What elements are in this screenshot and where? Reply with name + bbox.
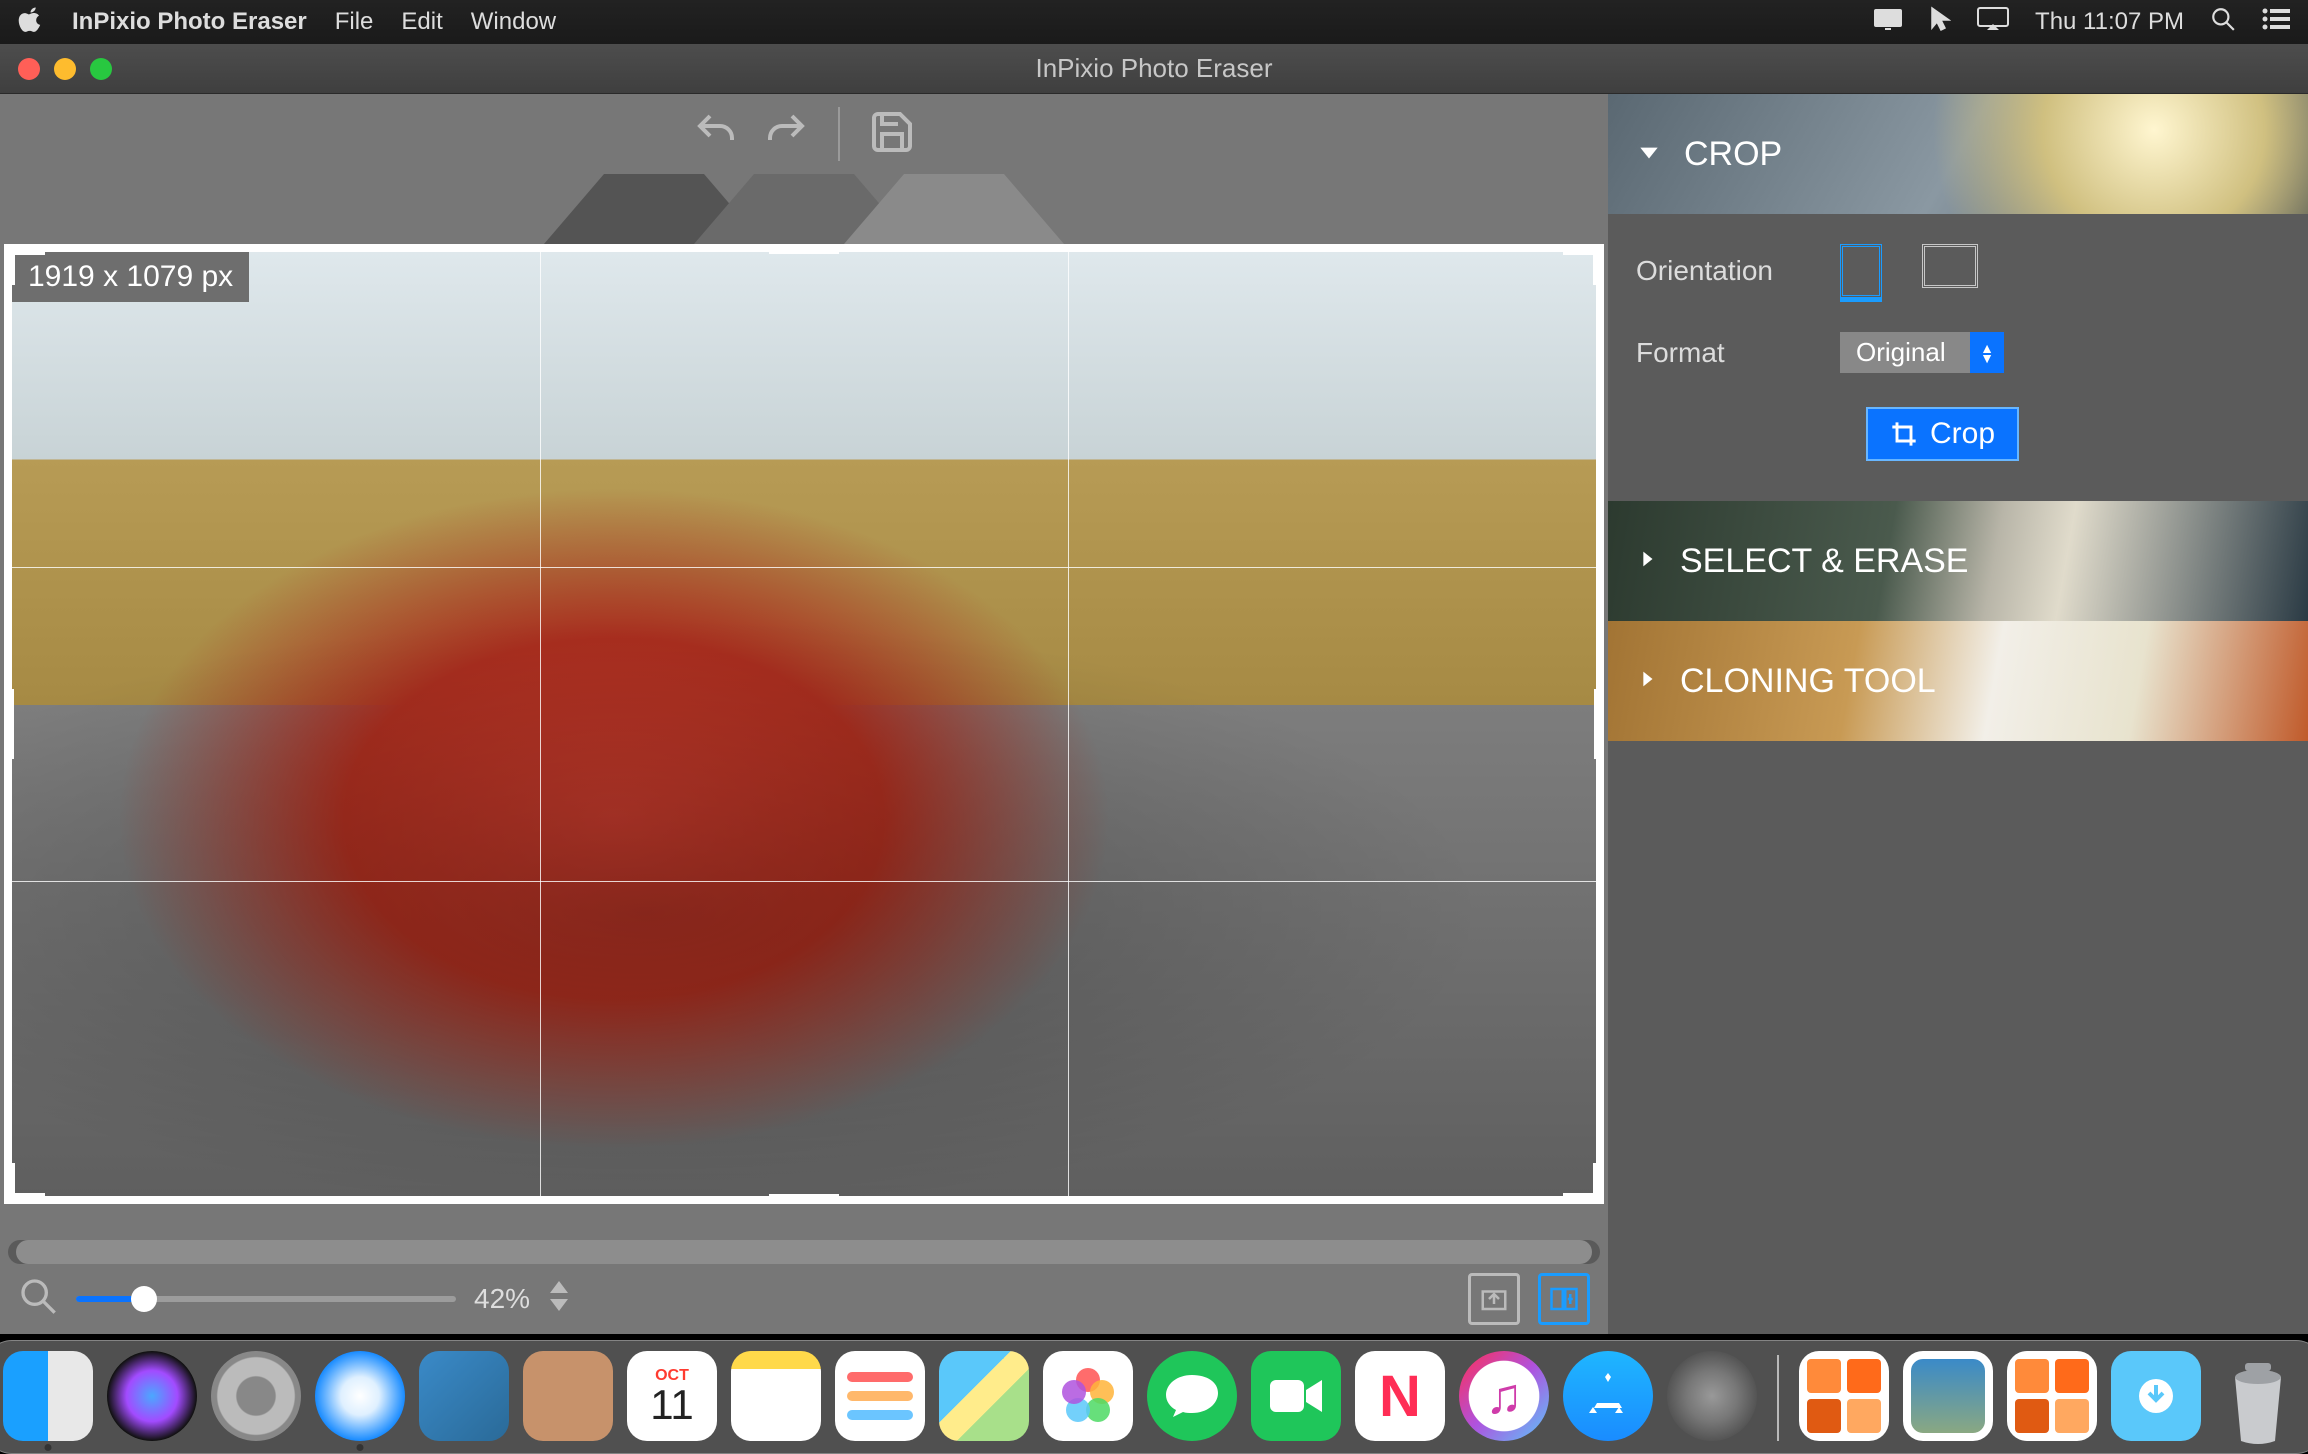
close-button[interactable]	[18, 58, 40, 80]
app-name[interactable]: InPixio Photo Eraser	[72, 8, 307, 36]
crop-button-label: Crop	[1930, 417, 1995, 451]
calendar-day: 11	[650, 1385, 694, 1425]
dock-app-itunes[interactable]: ♫	[1459, 1351, 1549, 1441]
apple-menu-icon[interactable]	[18, 6, 44, 39]
format-value: Original	[1840, 332, 1970, 373]
dock-app-settings[interactable]	[1667, 1351, 1757, 1441]
crop-handle[interactable]	[1593, 249, 1599, 285]
screen-mirroring-icon[interactable]	[1977, 7, 2009, 38]
undo-button[interactable]	[692, 108, 740, 161]
accordion-erase-header[interactable]: SELECT & ERASE	[1608, 501, 2308, 621]
menu-file[interactable]: File	[335, 8, 374, 36]
menu-list-icon[interactable]	[2262, 8, 2290, 37]
accordion-clone-title: CLONING TOOL	[1680, 662, 1936, 701]
accordion-crop-header[interactable]: CROP	[1608, 94, 2308, 214]
maximize-button[interactable]	[90, 58, 112, 80]
crop-handle[interactable]	[9, 689, 14, 759]
scrollbar-thumb[interactable]	[16, 1240, 1592, 1264]
dock-app-photos[interactable]	[1043, 1351, 1133, 1441]
macos-menubar: InPixio Photo Eraser File Edit Window Th…	[0, 0, 2308, 44]
image-canvas[interactable]: 1919 x 1079 px	[12, 252, 1596, 1196]
crop-button[interactable]: Crop	[1866, 407, 2019, 461]
window-controls	[18, 58, 112, 80]
dock-stack-1[interactable]	[1799, 1351, 1889, 1441]
image-frame: 1919 x 1079 px	[4, 244, 1604, 1204]
status-bar: 42%	[0, 1264, 1608, 1334]
dock-app-facetime[interactable]	[1251, 1351, 1341, 1441]
orientation-portrait-button[interactable]	[1840, 244, 1882, 298]
dock-stack-2[interactable]	[2007, 1351, 2097, 1441]
crop-grid-line	[540, 252, 541, 1196]
canvas-area: 1919 x 1079 px	[0, 94, 1608, 1334]
dock-trash[interactable]	[2215, 1351, 2305, 1441]
compare-view-button[interactable]	[1538, 1273, 1590, 1325]
orientation-landscape-button[interactable]	[1922, 244, 1978, 288]
chevron-down-icon	[1636, 135, 1662, 174]
horizontal-scrollbar[interactable]	[8, 1240, 1600, 1264]
dock-app-reminders[interactable]	[835, 1351, 925, 1441]
menu-edit[interactable]: Edit	[401, 8, 442, 36]
zoom-slider[interactable]	[76, 1296, 456, 1302]
display-icon[interactable]	[1873, 8, 1903, 37]
dock-app-safari[interactable]	[315, 1351, 405, 1441]
zoom-value: 42%	[474, 1283, 530, 1315]
dock-downloads[interactable]	[2111, 1351, 2201, 1441]
dock-separator	[1777, 1355, 1779, 1441]
toolbar	[0, 94, 1608, 174]
dock-app-notes[interactable]	[731, 1351, 821, 1441]
chevron-right-icon	[1636, 542, 1658, 581]
format-label: Format	[1636, 337, 1816, 369]
menu-window[interactable]: Window	[471, 8, 556, 36]
dock-stack-photo[interactable]	[1903, 1351, 1993, 1441]
dock-app-calendar[interactable]: OCT 11	[627, 1351, 717, 1441]
format-select[interactable]: Original ▲▼	[1840, 332, 2004, 373]
orientation-label: Orientation	[1636, 255, 1816, 287]
clock[interactable]: Thu 11:07 PM	[2035, 8, 2184, 36]
app-window: InPixio Photo Eraser 1919 x 1079 px	[0, 44, 2308, 1334]
export-button[interactable]	[1468, 1273, 1520, 1325]
crop-grid-line	[1068, 252, 1069, 1196]
dock-app-finder[interactable]	[3, 1351, 93, 1441]
accordion-crop-title: CROP	[1684, 135, 1782, 174]
dock-app-appstore[interactable]	[1563, 1351, 1653, 1441]
crop-handle[interactable]	[1594, 689, 1599, 759]
page-curl-decoration	[544, 174, 1064, 244]
dimensions-badge: 1919 x 1079 px	[12, 252, 249, 302]
crop-grid-line	[12, 881, 1596, 882]
spotlight-icon[interactable]	[2210, 6, 2236, 39]
crop-panel: Orientation Format Original ▲▼	[1608, 214, 2308, 501]
zoom-tool-icon[interactable]	[18, 1276, 58, 1323]
crop-handle[interactable]	[9, 1163, 15, 1199]
redo-button[interactable]	[762, 108, 810, 161]
dock-app-messages[interactable]	[1147, 1351, 1237, 1441]
sidebar: CROP Orientation Format Original	[1608, 94, 2308, 1334]
crop-grid-line	[12, 567, 1596, 568]
image-stage: 1919 x 1079 px	[0, 174, 1608, 1234]
accordion-clone-header[interactable]: CLONING TOOL	[1608, 621, 2308, 741]
dock-app-siri[interactable]	[107, 1351, 197, 1441]
titlebar[interactable]: InPixio Photo Eraser	[0, 44, 2308, 94]
accordion-erase-title: SELECT & ERASE	[1680, 542, 1969, 581]
minimize-button[interactable]	[54, 58, 76, 80]
dock-app-preview[interactable]	[419, 1351, 509, 1441]
dock-app-news[interactable]: N	[1355, 1351, 1445, 1441]
cursor-icon[interactable]	[1929, 6, 1951, 39]
crop-handle[interactable]	[769, 249, 839, 254]
save-button[interactable]	[868, 108, 916, 161]
dock-app-maps[interactable]	[939, 1351, 1029, 1441]
dock-app-contacts[interactable]	[523, 1351, 613, 1441]
zoom-stepper-icon[interactable]	[548, 1281, 570, 1318]
window-title: InPixio Photo Eraser	[1035, 53, 1272, 84]
crop-handle[interactable]	[1593, 1163, 1599, 1199]
dock: OCT 11 N ♫	[0, 1334, 2308, 1454]
crop-handle[interactable]	[769, 1194, 839, 1199]
toolbar-divider	[838, 107, 840, 161]
dock-app-launchpad[interactable]	[211, 1351, 301, 1441]
crop-handle[interactable]	[9, 249, 15, 285]
select-arrows-icon: ▲▼	[1970, 332, 2004, 373]
chevron-right-icon	[1636, 662, 1658, 701]
